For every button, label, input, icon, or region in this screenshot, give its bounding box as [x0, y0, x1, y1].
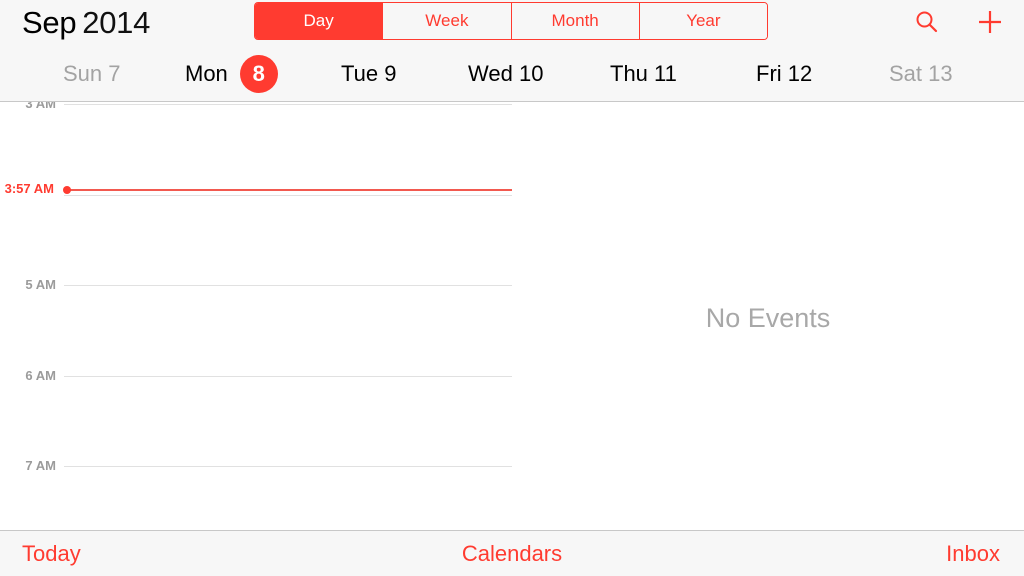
current-time-line: [64, 189, 512, 192]
hour-row: 6 AM: [0, 368, 512, 383]
day-timeline[interactable]: 3 AM 5 AM 6 AM 7 AM 3:57 AM: [0, 102, 512, 530]
hour-row: [0, 194, 512, 196]
day-weekday: Sun: [63, 61, 103, 86]
day-weekday: Fri: [756, 61, 782, 86]
hour-gridline: [64, 466, 512, 468]
calendars-button[interactable]: Calendars: [462, 541, 562, 567]
day-date: 11: [654, 61, 677, 86]
event-detail-pane: No Events: [512, 102, 1024, 530]
hour-label: 5 AM: [25, 277, 56, 293]
current-time-label: 3:57 AM: [4, 181, 54, 197]
hour-gridline: [64, 375, 512, 377]
hour-label: 7 AM: [25, 458, 56, 474]
day-sat-13[interactable]: Sat 13: [889, 52, 953, 96]
current-time-dot: [63, 186, 71, 195]
day-weekday: Tue: [341, 61, 379, 86]
plus-icon: [979, 11, 1001, 33]
hour-gridline: [64, 104, 512, 105]
week-strip: Sun 7 Mon 8 Tue 9 Wed 10 Thu 11 Fri 12 Sa…: [0, 52, 1024, 96]
year-label: 2014: [82, 5, 151, 40]
view-mode-segmented-control: Day Week Month Year: [254, 2, 768, 40]
day-date: 13: [928, 61, 953, 86]
tab-year[interactable]: Year: [638, 3, 767, 39]
day-fri-12[interactable]: Fri 12: [756, 52, 812, 96]
selected-date-badge: 8: [239, 55, 278, 93]
tab-day[interactable]: Day: [255, 3, 383, 39]
month-year-title[interactable]: Sep 2014: [22, 4, 150, 42]
hour-gridline: [64, 194, 512, 196]
today-button[interactable]: Today: [22, 531, 81, 576]
current-time-indicator: 3:57 AM: [0, 181, 512, 196]
day-thu-11[interactable]: Thu 11: [610, 52, 677, 96]
bottom-toolbar: Today Calendars Inbox: [0, 530, 1024, 576]
hour-label: 6 AM: [25, 367, 56, 383]
day-weekday: Wed: [468, 61, 513, 86]
day-date: 12: [787, 61, 813, 86]
inbox-button[interactable]: Inbox: [946, 531, 1000, 576]
no-events-message: No Events: [705, 303, 831, 333]
hour-gridline: [64, 285, 512, 287]
hour-row: 3 AM: [0, 102, 512, 111]
hour-row: 5 AM: [0, 277, 512, 292]
hour-row: 7 AM: [0, 458, 512, 473]
day-wed-10[interactable]: Wed 10: [468, 52, 543, 96]
tab-month[interactable]: Month: [510, 3, 639, 39]
add-event-button[interactable]: [974, 6, 1006, 38]
day-sun-7[interactable]: Sun 7: [63, 52, 121, 96]
hour-label: 3 AM: [25, 102, 56, 111]
calendars-button-wrap: Calendars: [0, 531, 1024, 576]
day-mon-8[interactable]: Mon 8: [185, 52, 278, 96]
header-bar: Sep 2014 Day Week Month Year Sun 7 Mon 8…: [0, 0, 1024, 102]
day-weekday: Mon: [185, 61, 228, 86]
day-weekday: Sat: [889, 61, 923, 86]
tab-week[interactable]: Week: [382, 3, 511, 39]
day-date: 9: [384, 61, 397, 86]
day-date: 10: [518, 61, 544, 86]
month-label: Sep: [22, 5, 77, 40]
day-tue-9[interactable]: Tue 9: [341, 52, 396, 96]
search-button[interactable]: [911, 6, 943, 38]
search-icon: [916, 11, 938, 33]
day-date: 7: [108, 61, 121, 86]
day-weekday: Thu: [610, 61, 648, 86]
calendar-app: Sep 2014 Day Week Month Year Sun 7 Mon 8…: [0, 0, 1024, 576]
